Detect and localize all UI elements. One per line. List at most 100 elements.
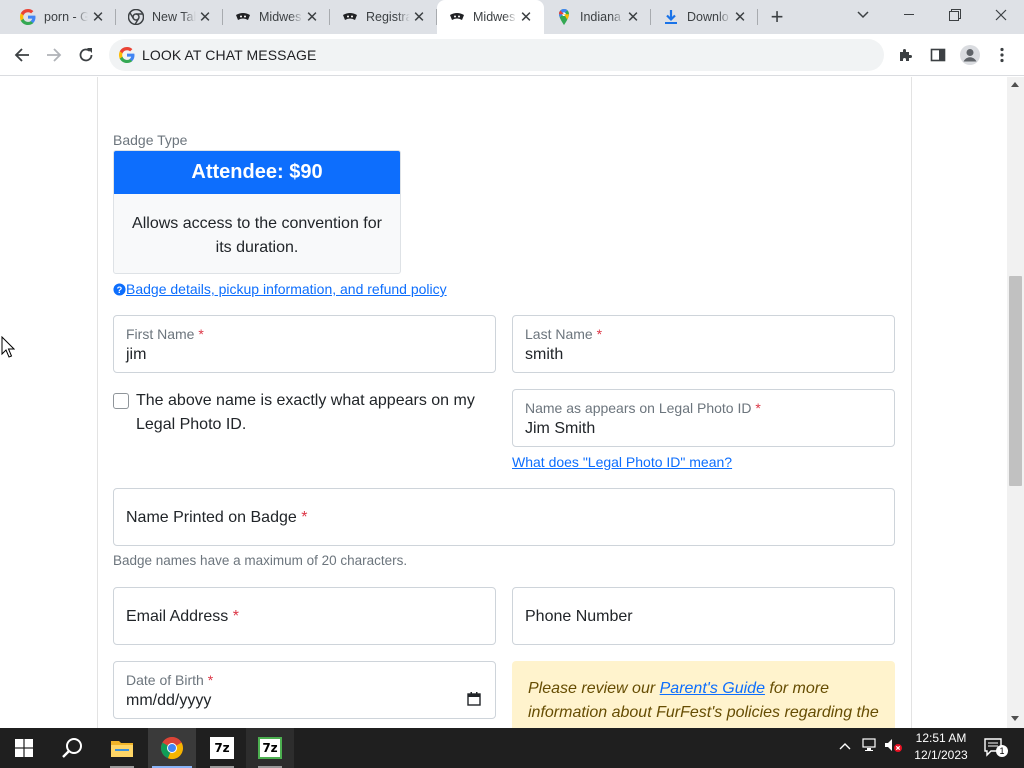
parents-guide-link[interactable]: Parent's Guide	[660, 680, 765, 697]
legal-name-label: Name as appears on Legal Photo ID *	[525, 400, 761, 416]
profile-avatar-icon[interactable]	[958, 43, 982, 67]
furfest-icon	[449, 9, 465, 25]
question-circle-icon: ?	[113, 282, 126, 296]
close-tab-icon[interactable]: ✕	[625, 9, 641, 26]
tab-title: Indiana	[580, 10, 622, 24]
clock-time: 12:51 AM	[915, 731, 967, 745]
first-name-label: First Name *	[126, 326, 204, 342]
browser-tab[interactable]: porn - G ✕	[0, 0, 116, 34]
phone-placeholder: Phone Number	[525, 608, 633, 625]
7zip-icon[interactable]: 7z	[246, 728, 294, 768]
browser-tab[interactable]: Registra ✕	[330, 0, 437, 34]
email-field[interactable]: Email Address *	[113, 587, 496, 645]
close-tab-icon[interactable]: ✕	[90, 9, 106, 26]
last-name-label: Last Name *	[525, 326, 603, 342]
tab-title: porn - G	[44, 10, 88, 24]
first-name-field[interactable]: First Name * jim	[113, 315, 496, 373]
volume-muted-icon[interactable]	[884, 738, 902, 755]
tab-strip: porn - G ✕ New Tab ✕ Midwes ✕ Registra ✕…	[0, 0, 1024, 34]
last-name-value: smith	[525, 346, 564, 363]
scroll-up-arrow-icon[interactable]	[1011, 82, 1019, 87]
close-window-button[interactable]	[978, 0, 1024, 30]
forward-button[interactable]	[42, 43, 66, 67]
furfest-icon	[235, 9, 251, 25]
browser-tab[interactable]: Midwes ✕	[223, 0, 330, 34]
browser-tab-active[interactable]: Midwes ✕	[437, 0, 544, 34]
badge-details-link[interactable]: Badge details, pickup information, and r…	[126, 281, 447, 297]
minimize-button[interactable]	[886, 0, 932, 30]
last-name-field[interactable]: Last Name * smith	[512, 315, 895, 373]
mouse-cursor-icon	[1, 336, 15, 358]
clock-date: 12/1/2023	[914, 748, 968, 762]
new-tab-button[interactable]: +	[766, 6, 788, 29]
search-icon[interactable]	[48, 728, 96, 768]
browser-tab[interactable]: Indiana ✕	[544, 0, 651, 34]
notification-count-badge: 1	[996, 745, 1008, 757]
maps-pin-icon	[556, 9, 572, 25]
google-icon	[119, 47, 135, 63]
windows-taskbar: 7z 7z 12:51 AM 12/1/2023 1	[0, 728, 1024, 768]
dob-label: Date of Birth *	[126, 672, 214, 688]
scrollbar-thumb[interactable]	[1009, 276, 1022, 486]
badge-option-card[interactable]: Attendee: $90 Allows access to the conve…	[113, 150, 401, 274]
tab-title: New Tab	[152, 10, 196, 24]
back-button[interactable]	[10, 43, 34, 67]
windows-start-icon[interactable]	[0, 728, 48, 768]
legal-name-checkbox-label[interactable]: The above name is exactly what appears o…	[136, 389, 486, 437]
badge-description: Allows access to the convention for its …	[132, 215, 382, 256]
badge-title: Attendee: $90	[114, 151, 400, 194]
network-icon[interactable]	[862, 738, 878, 755]
legal-photo-id-help-link[interactable]: What does "Legal Photo ID" mean?	[512, 454, 732, 470]
scroll-down-arrow-icon[interactable]	[1011, 716, 1019, 721]
furfest-icon	[342, 9, 358, 25]
date-of-birth-field[interactable]: Date of Birth * mm/dd/yyyy	[113, 661, 496, 719]
restore-button[interactable]	[932, 0, 978, 30]
browser-toolbar: LOOK AT CHAT MESSAGE	[0, 34, 1024, 76]
parent-guide-notice: Please review our Parent's Guide for mor…	[512, 661, 895, 728]
show-hidden-icons-chevron[interactable]	[839, 738, 851, 753]
close-tab-icon[interactable]: ✕	[732, 9, 748, 26]
tab-separator	[757, 9, 758, 25]
vertical-scrollbar[interactable]	[1007, 77, 1024, 728]
badge-name-placeholder: Name Printed on Badge *	[126, 509, 308, 526]
phone-field[interactable]: Phone Number	[512, 587, 895, 645]
browser-tab[interactable]: Downlo ✕	[651, 0, 758, 34]
badge-type-label: Badge Type	[113, 132, 188, 148]
close-tab-icon[interactable]: ✕	[411, 9, 427, 26]
email-placeholder: Email Address *	[126, 608, 239, 625]
browser-menu-icon[interactable]	[990, 43, 1014, 67]
taskbar-clock[interactable]: 12:51 AM 12/1/2023	[906, 730, 976, 764]
chrome-icon	[128, 9, 144, 25]
side-panel-icon[interactable]	[926, 43, 950, 67]
chrome-taskbar-icon[interactable]	[148, 728, 196, 768]
7zip-icon[interactable]: 7z	[198, 728, 246, 768]
google-icon	[20, 9, 36, 25]
svg-text:?: ?	[117, 284, 123, 294]
tab-title: Midwes	[473, 10, 516, 24]
legal-name-field[interactable]: Name as appears on Legal Photo ID * Jim …	[512, 389, 895, 447]
download-icon	[663, 9, 679, 25]
address-bar[interactable]: LOOK AT CHAT MESSAGE	[109, 39, 884, 71]
dob-placeholder: mm/dd/yyyy	[126, 692, 212, 709]
tab-title: Downlo	[687, 10, 729, 24]
close-tab-icon[interactable]: ✕	[304, 9, 320, 26]
badge-name-help-text: Badge names have a maximum of 20 charact…	[113, 553, 408, 568]
close-tab-icon[interactable]: ✕	[518, 9, 534, 26]
calendar-icon[interactable]	[467, 692, 481, 706]
address-text: LOOK AT CHAT MESSAGE	[142, 47, 317, 63]
legal-name-value: Jim Smith	[525, 420, 596, 437]
extensions-puzzle-icon[interactable]	[894, 43, 918, 67]
reload-button[interactable]	[74, 43, 98, 67]
first-name-value: jim	[126, 346, 147, 363]
page-viewport: Badge Type Attendee: $90 Allows access t…	[0, 77, 1007, 728]
file-explorer-icon[interactable]	[98, 728, 146, 768]
tab-title: Registra	[366, 10, 410, 24]
browser-tab[interactable]: New Tab ✕	[116, 0, 223, 34]
action-center-icon[interactable]: 1	[983, 737, 1008, 760]
close-tab-icon[interactable]: ✕	[197, 9, 213, 26]
tab-title: Midwes	[259, 10, 302, 24]
tab-search-chevron-icon[interactable]	[840, 0, 886, 30]
legal-name-checkbox[interactable]	[113, 393, 129, 409]
badge-name-field[interactable]: Name Printed on Badge *	[113, 488, 895, 546]
badge-details-link-row[interactable]: ? Badge details, pickup information, and…	[113, 281, 447, 297]
